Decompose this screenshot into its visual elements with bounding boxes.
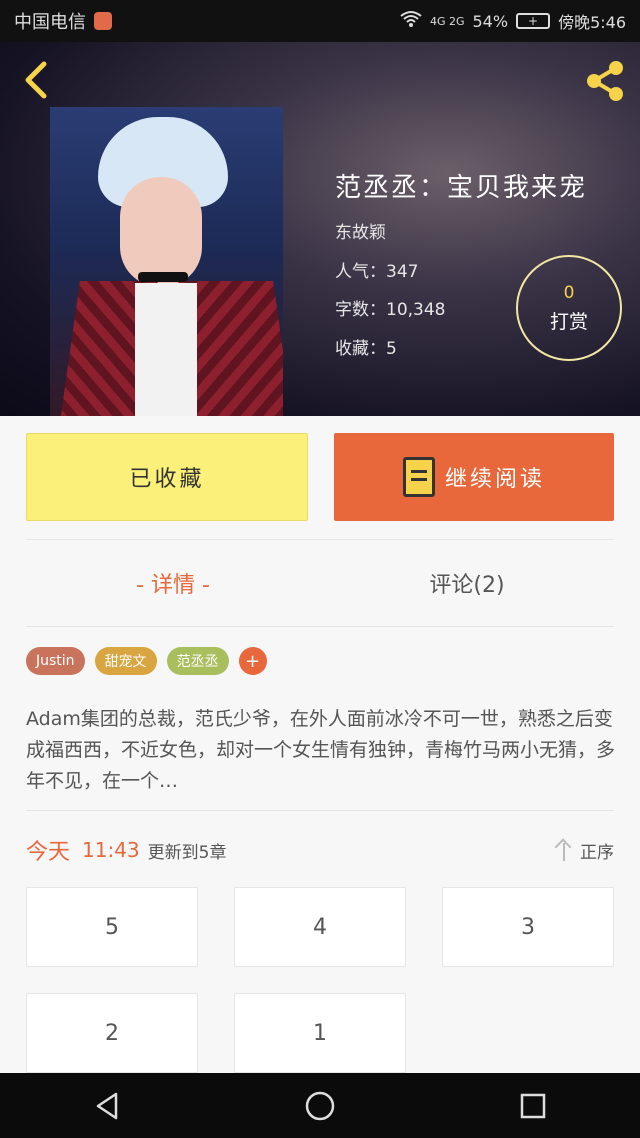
- app-notification-icon: [94, 12, 112, 30]
- update-info: 今天 11:43 更新到5章 正序: [26, 833, 614, 867]
- tag-justin[interactable]: Justin: [26, 647, 85, 675]
- tab-comments[interactable]: 评论(2): [320, 540, 614, 626]
- collected-label: 已收藏: [129, 467, 205, 492]
- wifi-icon: [400, 10, 422, 32]
- chapter-button[interactable]: 3: [442, 887, 614, 967]
- nav-recents-button[interactable]: [503, 1076, 563, 1136]
- status-right: 4G 2G 54% + 傍晚5:46: [400, 9, 626, 33]
- book-icon: [402, 457, 435, 497]
- chapter-button[interactable]: 1: [234, 993, 406, 1073]
- system-nav-bar: [0, 1073, 640, 1138]
- update-text: 更新到5章: [147, 842, 227, 863]
- book-favorites: 收藏：5: [335, 339, 397, 359]
- status-left: 中国电信: [14, 8, 112, 34]
- add-tag-button[interactable]: +: [238, 647, 267, 675]
- battery-percent: 54%: [472, 11, 509, 31]
- share-button[interactable]: [582, 58, 628, 104]
- book-title: 范丞丞：宝贝我来宠: [335, 173, 588, 203]
- book-popularity: 人气：347: [335, 262, 419, 282]
- carrier-name: 中国电信: [14, 12, 86, 33]
- reward-label: 打赏: [549, 310, 588, 333]
- nav-home-button[interactable]: [290, 1076, 350, 1136]
- status-bar: 中国电信 4G 2G 54% + 傍晚5:46: [0, 0, 640, 42]
- divider: [26, 810, 614, 811]
- book-cover-image: [50, 107, 283, 416]
- square-recents-icon: [521, 1093, 546, 1118]
- book-author[interactable]: 东故颖: [335, 218, 386, 243]
- network-type: 4G 2G: [429, 14, 465, 28]
- clock: 傍晚5:46: [558, 13, 626, 32]
- update-day: 今天: [26, 840, 71, 865]
- chevron-left-icon: [25, 61, 47, 99]
- nav-back-button[interactable]: [77, 1076, 137, 1136]
- continue-reading-button[interactable]: 继续阅读: [334, 433, 614, 521]
- tag-list: Justin 甜宠文 范丞丞 +: [26, 647, 267, 675]
- back-button[interactable]: [18, 58, 54, 102]
- battery-icon: +: [516, 13, 551, 29]
- chapter-button[interactable]: 2: [26, 993, 198, 1073]
- action-buttons: 已收藏 继续阅读: [26, 433, 614, 521]
- arrow-up-icon: [554, 839, 574, 861]
- sort-label: 正序: [580, 842, 614, 863]
- update-time: 11:43: [82, 838, 140, 862]
- chapter-grid: 5 4 3 2 1: [26, 887, 614, 1073]
- continue-reading-label: 继续阅读: [444, 467, 545, 492]
- reward-count: 0: [563, 282, 575, 303]
- share-icon: [587, 61, 623, 101]
- triangle-back-icon: [96, 1092, 117, 1119]
- chapter-button[interactable]: 4: [234, 887, 406, 967]
- book-summary[interactable]: Adam集团的总裁，范氏少爷，在外人面前冰冷不可一世，熟悉之后变成福西西，不近女…: [26, 704, 616, 798]
- reward-button[interactable]: 0 打赏: [516, 255, 622, 361]
- tag-fan-chengcheng[interactable]: 范丞丞: [166, 647, 229, 675]
- book-header: 范丞丞：宝贝我来宠 东故颖 人气：347 字数：10,348 收藏：5 0 打赏: [0, 42, 640, 416]
- divider: [26, 626, 614, 627]
- detail-tabs: - 详情 - 评论(2): [26, 540, 614, 626]
- tag-sweet-romance[interactable]: 甜宠文: [94, 647, 157, 675]
- book-word-count: 字数：10,348: [335, 300, 446, 320]
- collected-button[interactable]: 已收藏: [26, 433, 308, 521]
- chapter-button[interactable]: 5: [26, 887, 198, 967]
- circle-home-icon: [305, 1091, 335, 1120]
- tab-detail[interactable]: - 详情 -: [26, 540, 320, 626]
- sort-order-button[interactable]: 正序: [554, 838, 614, 863]
